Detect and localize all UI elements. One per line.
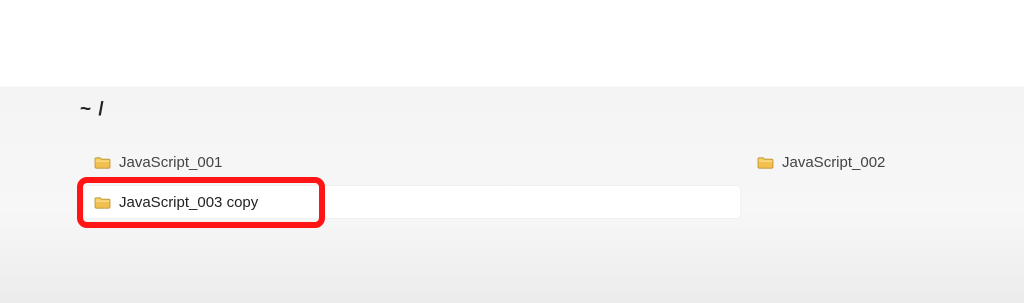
folder-icon	[94, 157, 111, 169]
folder-label: JavaScript_003 copy	[119, 194, 259, 211]
folder-label: JavaScript_001	[119, 154, 223, 171]
folder-item-javascript-001[interactable]: JavaScript_001	[94, 154, 222, 171]
folder-item-javascript-003-copy[interactable]: JavaScript_003 copy	[94, 194, 258, 211]
folder-item-javascript-002[interactable]: JavaScript_002	[757, 154, 885, 171]
file-browser-page: ~ / JavaScript_001 JavaScript_002 JavaSc…	[0, 0, 1024, 303]
folder-icon	[94, 197, 111, 209]
folder-label: JavaScript_002	[782, 154, 886, 171]
breadcrumb-path: ~ /	[80, 99, 105, 120]
folder-icon	[757, 157, 774, 169]
